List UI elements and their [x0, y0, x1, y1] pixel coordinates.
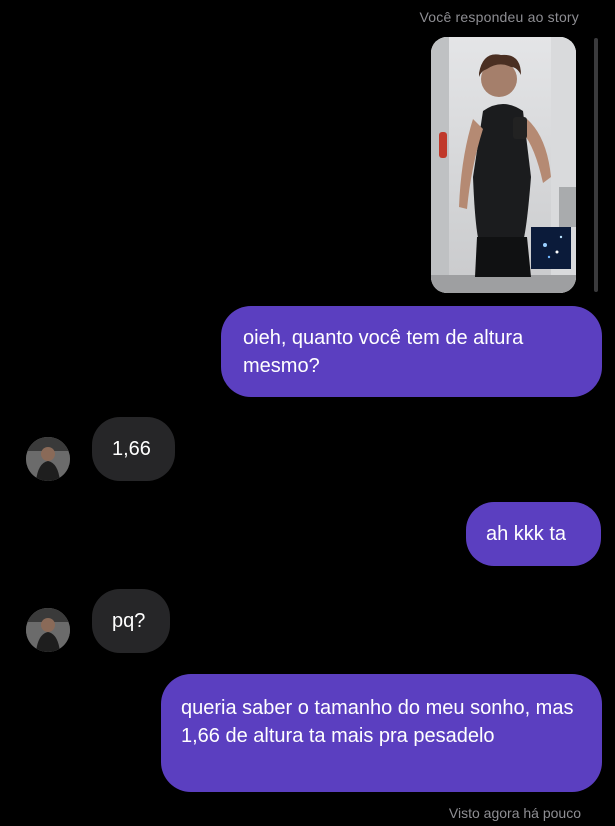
story-thread-bar	[594, 38, 598, 292]
contact-avatar[interactable]	[26, 437, 70, 481]
message-received-1[interactable]: 1,66	[92, 417, 175, 481]
seen-status: Visto agora há pouco	[448, 805, 581, 821]
contact-avatar-icon	[26, 437, 70, 481]
message-received-2[interactable]: pq?	[92, 589, 170, 653]
message-sent-2[interactable]: ah kkk ta	[466, 502, 601, 566]
contact-avatar[interactable]	[26, 608, 70, 652]
message-sent-1[interactable]: oieh, quanto você tem de altura mesmo?	[221, 306, 602, 397]
story-reply-caption: Você respondeu ao story	[419, 9, 579, 25]
message-sent-3[interactable]: queria saber o tamanho do meu sonho, mas…	[161, 674, 602, 792]
story-photo	[431, 37, 576, 293]
contact-avatar-icon	[26, 608, 70, 652]
story-thumbnail[interactable]	[431, 37, 576, 293]
